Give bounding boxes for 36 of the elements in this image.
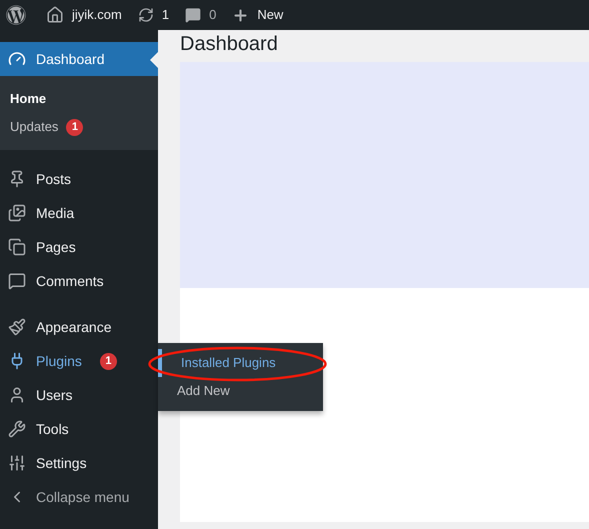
pin-icon [8, 170, 26, 188]
page-title: Dashboard [180, 32, 279, 56]
paintbrush-icon [8, 318, 26, 336]
menu-item[interactable]: Plugins 1 [0, 344, 158, 378]
gauge-icon [8, 50, 26, 68]
plus-icon [232, 6, 250, 24]
submenu-item[interactable]: Home [0, 85, 158, 113]
flyout-item[interactable]: Add New [158, 377, 323, 405]
menu-item[interactable]: Posts [0, 162, 158, 196]
menu-item[interactable]: Appearance [0, 310, 158, 344]
speech-bubble-icon [185, 7, 202, 23]
menu-item[interactable]: Users [0, 378, 158, 412]
comments-link[interactable]: 0 [185, 5, 216, 25]
wordpress-logo-icon[interactable] [6, 5, 26, 25]
menu-item[interactable]: Pages [0, 230, 158, 264]
sliders-icon [8, 454, 26, 472]
images-icon [8, 204, 26, 222]
menu-item[interactable]: Dashboard [0, 42, 158, 76]
menu-item[interactable]: Settings [0, 446, 158, 480]
wrench-icon [8, 420, 26, 438]
user-icon [8, 386, 26, 404]
site-link[interactable]: jiyik.com [46, 5, 122, 25]
menu-item[interactable]: Comments [0, 264, 158, 298]
menu-item[interactable]: Media [0, 196, 158, 230]
count-badge: 1 [100, 352, 117, 370]
count-badge: 1 [66, 118, 84, 136]
refresh-icon [138, 7, 154, 23]
current-pointer-icon [150, 52, 158, 68]
submenu-item[interactable]: Updates 1 [0, 113, 158, 141]
menu-item[interactable]: Tools [0, 412, 158, 446]
home-icon [46, 6, 64, 24]
updates-link[interactable]: 1 [138, 5, 170, 25]
speech-bubble-icon [8, 272, 26, 290]
new-link[interactable]: New [232, 5, 284, 25]
pages-icon [8, 238, 26, 256]
menu-item[interactable]: Collapse menu [0, 480, 158, 514]
